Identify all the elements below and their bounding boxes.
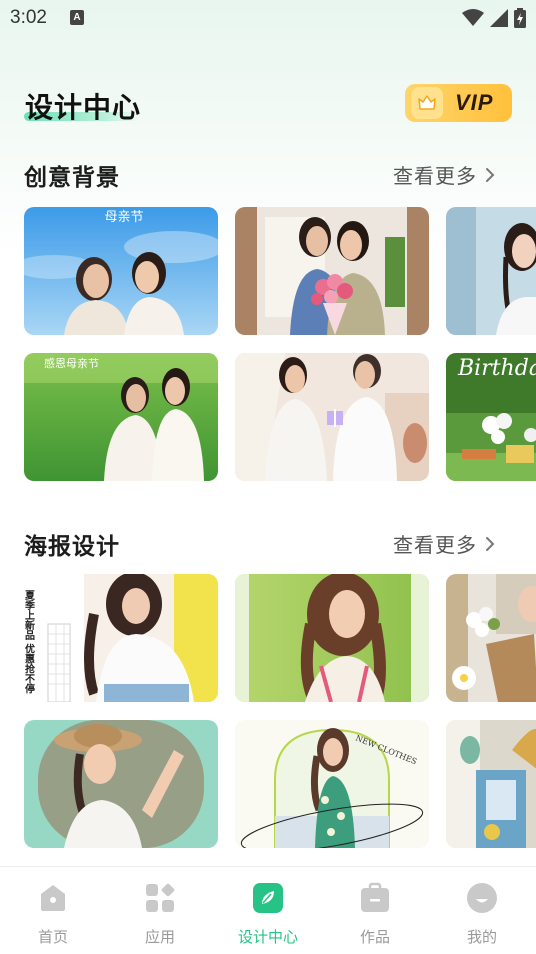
nav-item-profile[interactable]: 我的 bbox=[432, 867, 532, 954]
nav-label-design-center: 设计中心 bbox=[237, 928, 298, 946]
poster-card-sunhat[interactable] bbox=[446, 720, 536, 848]
birthday-text: Birthda bbox=[457, 356, 536, 381]
status-icons bbox=[462, 8, 526, 28]
crown-icon bbox=[411, 87, 443, 119]
poster-card-hat-woman[interactable] bbox=[24, 720, 218, 848]
nav-label-apps: 应用 bbox=[144, 928, 175, 946]
works-icon bbox=[361, 882, 389, 912]
status-bar: 3:02 A bbox=[0, 0, 536, 38]
poster-card-flowers[interactable] bbox=[446, 574, 536, 702]
battery-icon bbox=[514, 8, 526, 28]
section-title-poster-design: 海报设计 bbox=[24, 534, 120, 560]
wifi-icon bbox=[462, 9, 484, 26]
vip-label: VIP bbox=[455, 90, 494, 115]
nav-item-apps[interactable]: 应用 bbox=[110, 867, 210, 954]
see-more-label: 查看更多 bbox=[393, 533, 477, 557]
background-card-portrait[interactable] bbox=[446, 207, 536, 335]
background-card-gift[interactable] bbox=[235, 353, 429, 481]
notification-badge: A bbox=[70, 10, 84, 25]
nav-label-works: 作品 bbox=[359, 928, 390, 946]
apps-icon bbox=[146, 883, 175, 912]
see-more-posters[interactable]: 查看更多 bbox=[393, 529, 495, 558]
chevron-right-icon bbox=[486, 536, 495, 551]
status-time: 3:02 bbox=[10, 7, 47, 28]
section-title-creative-backgrounds: 创意背景 bbox=[24, 165, 120, 191]
background-card-birthday[interactable]: Birthda bbox=[446, 353, 536, 481]
background-card-mothers-day-sky[interactable]: 母亲节 bbox=[24, 207, 218, 335]
grateful-mothers-day-text: 感恩母亲节 bbox=[44, 356, 99, 370]
poster-card-summer-new[interactable]: 夏季上新品 优惠抢不停 bbox=[24, 574, 218, 702]
mothers-day-text: 母亲节 bbox=[104, 210, 143, 225]
see-more-backgrounds[interactable]: 查看更多 bbox=[393, 160, 495, 189]
poster-card-smiling-woman[interactable] bbox=[235, 574, 429, 702]
vip-button[interactable]: VIP bbox=[405, 84, 512, 122]
nav-label-profile: 我的 bbox=[466, 928, 497, 946]
see-more-label: 查看更多 bbox=[393, 164, 477, 188]
background-card-bouquet[interactable] bbox=[235, 207, 429, 335]
nav-item-design-center[interactable]: 设计中心 bbox=[218, 867, 318, 954]
signal-icon bbox=[490, 9, 508, 27]
nav-item-works[interactable]: 作品 bbox=[325, 867, 425, 954]
chevron-right-icon bbox=[486, 167, 495, 182]
profile-icon bbox=[467, 883, 497, 913]
home-icon bbox=[41, 885, 65, 911]
nav-label-home: 首页 bbox=[37, 928, 68, 946]
page-title: 设计中心 bbox=[25, 91, 142, 124]
design-icon bbox=[253, 883, 283, 913]
poster-card-new-clothes[interactable]: NEW CLOTHES bbox=[235, 720, 429, 848]
bottom-nav: 首页 应用 设计中心 作品 我的 bbox=[0, 866, 536, 954]
nav-item-home[interactable]: 首页 bbox=[3, 867, 103, 954]
background-card-mothers-day-grass[interactable]: 感恩母亲节 bbox=[24, 353, 218, 481]
